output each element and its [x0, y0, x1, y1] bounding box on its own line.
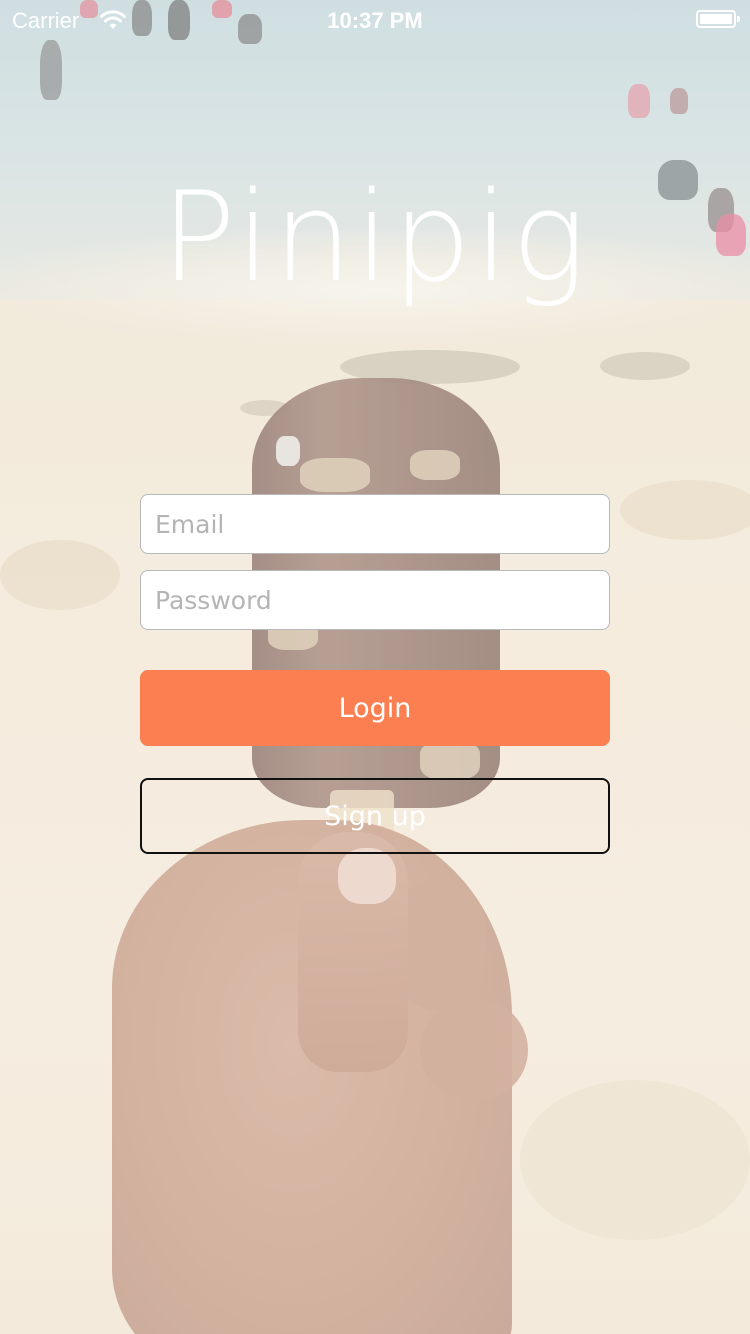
password-field[interactable] [140, 570, 610, 630]
app-title: Pinipig [160, 166, 590, 310]
email-field[interactable] [140, 494, 610, 554]
login-button[interactable]: Login [140, 670, 610, 746]
clock: 10:37 PM [327, 8, 423, 33]
battery-tip [737, 16, 740, 22]
status-bar: Carrier 10:37 PM [0, 0, 750, 40]
signup-button[interactable]: Sign up [140, 778, 610, 854]
login-screen: Carrier 10:37 PM Pinipig Login Sign up [0, 0, 750, 1334]
battery-level [700, 14, 732, 24]
battery-icon [696, 10, 740, 28]
